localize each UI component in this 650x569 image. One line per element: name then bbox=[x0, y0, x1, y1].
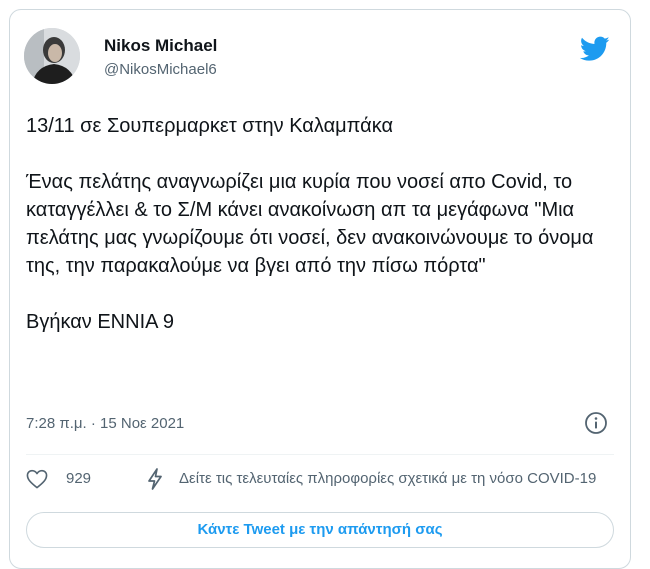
twitter-bird-icon[interactable] bbox=[579, 36, 610, 62]
covid-info-link[interactable]: Δείτε τις τελευταίες πληροφορίες σχετικά… bbox=[179, 470, 619, 487]
heart-icon[interactable] bbox=[26, 469, 48, 489]
divider bbox=[26, 454, 614, 455]
like-count[interactable]: 929 bbox=[66, 470, 91, 487]
lightning-share-icon[interactable] bbox=[144, 467, 166, 491]
tweet-card: Nikos Michael @NikosMichael6 13/11 σε Σο… bbox=[9, 9, 631, 569]
author-name[interactable]: Nikos Michael bbox=[104, 36, 217, 56]
tweet-actions: 929 Δείτε τις τελευταίες πληροφορίες σχε… bbox=[26, 465, 614, 495]
tweet-text-paragraph2: Ένας πελάτης αναγνωρίζει μια κυρία που ν… bbox=[26, 171, 594, 277]
author-handle[interactable]: @NikosMichael6 bbox=[104, 61, 217, 78]
avatar[interactable] bbox=[24, 28, 80, 84]
info-icon[interactable] bbox=[584, 411, 608, 435]
avatar-photo bbox=[24, 28, 80, 84]
tweet-text-line1: 13/11 σε Σουπερμαρκετ στην Καλαμπάκα bbox=[26, 115, 394, 137]
tweet-text: 13/11 σε Σουπερμαρκετ στην Καλαμπάκα Ένα… bbox=[26, 112, 616, 336]
reply-tweet-button[interactable]: Κάντε Tweet με την απάντησή σας bbox=[26, 512, 614, 548]
tweet-text-paragraph3: Βγήκαν ΕΝΝΙΑ 9 bbox=[26, 311, 175, 333]
tweet-header: Nikos Michael @NikosMichael6 bbox=[24, 26, 616, 90]
tweet-timestamp[interactable]: 7:28 π.μ. · 15 Νοε 2021 bbox=[26, 415, 184, 432]
